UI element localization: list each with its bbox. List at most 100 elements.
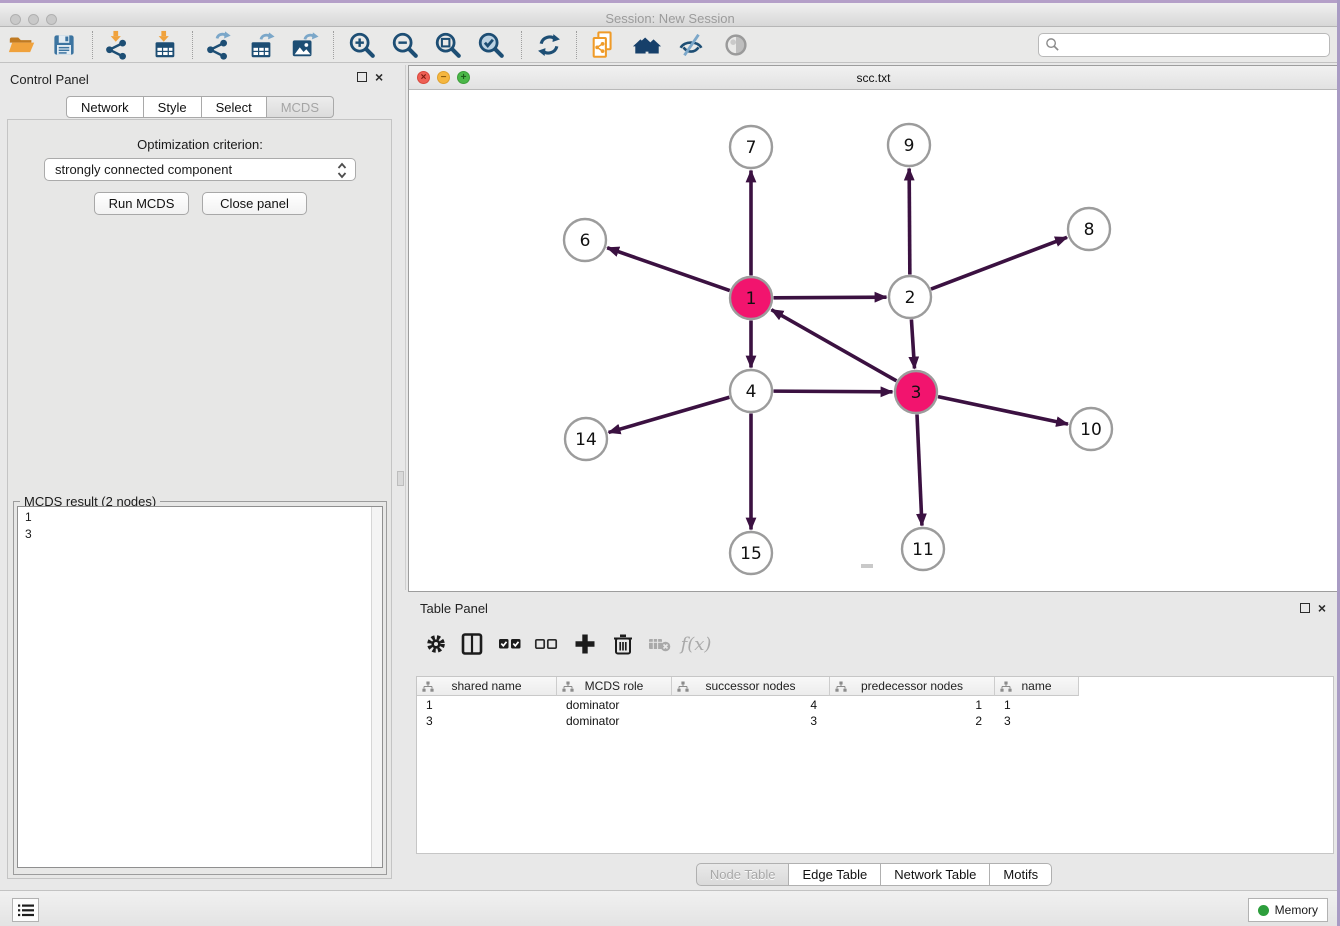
edge-4-14[interactable] <box>609 397 730 432</box>
search-field[interactable] <box>1038 33 1330 57</box>
node-table[interactable]: shared nameMCDS rolesuccessor nodes prede… <box>416 676 1334 854</box>
zoom-out-icon <box>390 30 420 60</box>
eye-slash-icon <box>676 30 706 60</box>
export-image-button[interactable] <box>288 29 320 61</box>
zoom-in-icon <box>347 30 377 60</box>
network-window-titlebar[interactable]: × − + scc.txt <box>409 66 1338 90</box>
tab-style[interactable]: Style <box>144 96 202 118</box>
close-panel-icon[interactable]: × <box>1318 603 1326 613</box>
memory-status-icon <box>1258 905 1269 916</box>
task-history-button[interactable] <box>12 898 39 922</box>
deselect-all-icon <box>533 631 559 657</box>
criterion-select[interactable]: strongly connected component <box>44 158 356 181</box>
window-title: Session: New Session <box>0 11 1340 26</box>
edge-2-3[interactable] <box>911 319 914 368</box>
edge-1-2[interactable] <box>773 297 886 298</box>
column-header-MCDS-role[interactable]: MCDS role <box>557 677 672 696</box>
node-label-6: 6 <box>580 231 591 251</box>
edge-3-11[interactable] <box>917 414 922 525</box>
show-column-button[interactable] <box>458 630 486 658</box>
zoom-in-button[interactable] <box>346 29 378 61</box>
cell[interactable]: 4 <box>672 697 830 713</box>
edge-3-1[interactable] <box>771 310 896 381</box>
import-table-button[interactable] <box>148 29 180 61</box>
edge-1-6[interactable] <box>607 248 730 291</box>
column-label: name <box>1021 679 1051 693</box>
hide-graphics-button[interactable] <box>675 29 707 61</box>
node-label-11: 11 <box>912 540 934 560</box>
run-mcds-button[interactable]: Run MCDS <box>94 192 189 215</box>
canvas-resize-handle[interactable] <box>861 564 873 568</box>
tab-edge-table[interactable]: Edge Table <box>789 863 881 886</box>
table-settings-button[interactable] <box>422 630 450 658</box>
float-panel-icon[interactable] <box>1300 603 1310 613</box>
column-label: predecessor nodes <box>861 679 963 693</box>
cell[interactable]: 3 <box>672 713 830 729</box>
copy-network-button[interactable] <box>588 29 620 61</box>
refresh-button[interactable] <box>533 29 565 61</box>
tab-motifs[interactable]: Motifs <box>990 863 1052 886</box>
split-columns-icon <box>460 632 484 656</box>
delete-columns-button[interactable] <box>609 630 637 658</box>
column-header-shared-name[interactable]: shared name <box>417 677 557 696</box>
node-label-1: 1 <box>746 289 757 309</box>
deselect-all-button[interactable] <box>532 630 560 658</box>
edge-2-9[interactable] <box>909 168 910 274</box>
tab-mcds[interactable]: MCDS <box>267 96 334 118</box>
column-header-predecessor-nodes[interactable]: predecessor nodes <box>830 677 995 696</box>
tab-node-table[interactable]: Node Table <box>696 863 790 886</box>
search-icon <box>1045 37 1060 52</box>
table-row[interactable]: 1dominator411 <box>417 697 1079 713</box>
edge-4-3[interactable] <box>773 391 892 392</box>
cell[interactable]: 1 <box>417 697 557 713</box>
edge-3-10[interactable] <box>938 397 1068 424</box>
cell[interactable]: dominator <box>557 713 672 729</box>
node-label-7: 7 <box>746 138 757 158</box>
chevron-up-down-icon <box>337 162 347 179</box>
scrollbar[interactable] <box>371 507 382 867</box>
network-view-window: × − + scc.txt 7968124314101511 <box>408 65 1339 592</box>
cell[interactable]: 3 <box>417 713 557 729</box>
cell[interactable]: 2 <box>830 713 995 729</box>
export-image-icon <box>289 30 319 60</box>
network-view-title: scc.txt <box>409 71 1338 85</box>
sort-tree-icon <box>677 681 689 693</box>
column-header-successor-nodes[interactable]: successor nodes <box>672 677 830 696</box>
edge-2-8[interactable] <box>931 237 1067 289</box>
houses-button[interactable] <box>631 29 663 61</box>
column-header-name[interactable]: name <box>995 677 1079 696</box>
tab-select[interactable]: Select <box>202 96 267 118</box>
table-panel: Table Panel × f(x) shared nameMCDS roles… <box>408 597 1340 890</box>
select-all-button[interactable] <box>496 630 524 658</box>
import-network-button[interactable] <box>101 29 133 61</box>
close-panel-button[interactable]: Close panel <box>202 192 307 215</box>
save-session-button[interactable] <box>48 29 80 61</box>
main-toolbar <box>0 27 1340 63</box>
close-panel-icon[interactable]: × <box>375 72 383 82</box>
table-row[interactable]: 3dominator323 <box>417 713 1079 729</box>
mcds-result-text[interactable]: 13 <box>17 506 383 868</box>
zoom-out-button[interactable] <box>389 29 421 61</box>
cell[interactable]: 3 <box>995 713 1079 729</box>
search-input[interactable] <box>1038 33 1330 57</box>
cell[interactable]: 1 <box>995 697 1079 713</box>
open-session-button[interactable] <box>6 29 38 61</box>
panel-divider[interactable] <box>405 65 406 590</box>
float-panel-icon[interactable] <box>357 72 367 82</box>
cell[interactable]: 1 <box>830 697 995 713</box>
export-network-button[interactable] <box>202 29 234 61</box>
show-graphics-button[interactable] <box>720 29 752 61</box>
create-column-button[interactable] <box>571 630 599 658</box>
tab-network-table[interactable]: Network Table <box>881 863 990 886</box>
export-table-button[interactable] <box>245 29 277 61</box>
tab-network[interactable]: Network <box>66 96 144 118</box>
memory-button[interactable]: Memory <box>1248 898 1328 922</box>
memory-label: Memory <box>1275 903 1318 917</box>
panel-divider-handle[interactable] <box>397 471 404 486</box>
zoom-fit-button[interactable] <box>432 29 464 61</box>
network-graph-canvas[interactable]: 7968124314101511 <box>409 90 1338 592</box>
cell[interactable]: dominator <box>557 697 672 713</box>
status-bar: Memory <box>0 890 1340 926</box>
function-builder-button: f(x) <box>682 630 710 658</box>
zoom-selected-button[interactable] <box>475 29 507 61</box>
